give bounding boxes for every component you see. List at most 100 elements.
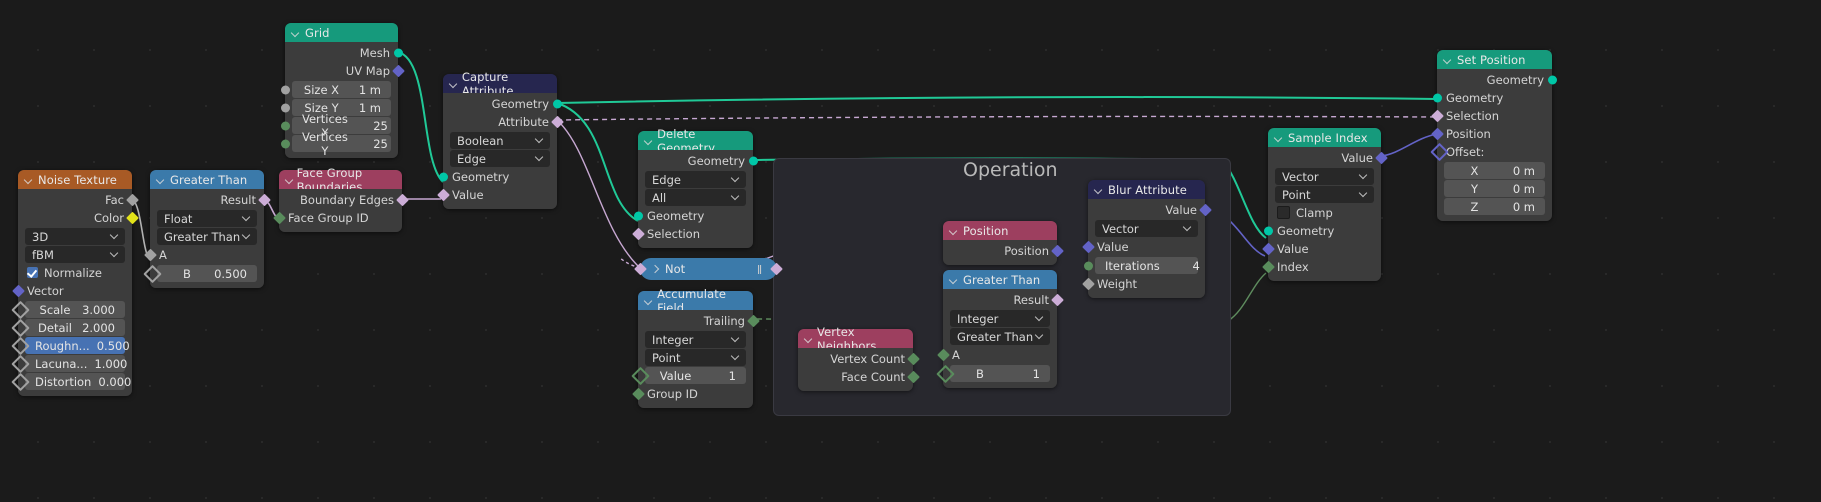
- node-sample-index[interactable]: Sample Index Value Vector Point Clamp Ge…: [1261, 128, 1388, 281]
- input-a[interactable]: A: [143, 246, 264, 264]
- node-accumulate-field[interactable]: Accumulate Field Trailing Integer Point …: [630, 287, 760, 408]
- input-value[interactable]: Value: [436, 186, 557, 204]
- input-group-id[interactable]: Group ID: [631, 385, 753, 403]
- node-set-position[interactable]: Set Position Geometry Geometry Selection…: [1429, 50, 1557, 221]
- output-value[interactable]: Value: [1268, 149, 1388, 167]
- dropdown-mode[interactable]: All: [645, 189, 746, 206]
- input-offset[interactable]: Offset:: [1429, 142, 1552, 162]
- node-header[interactable]: Delete Geometry: [638, 127, 753, 155]
- field-size-x[interactable]: Size X 1 m: [292, 81, 391, 98]
- node-noise-texture[interactable]: Noise Texture Fac Color 3D fBM Normalize: [10, 170, 139, 396]
- output-face-count[interactable]: Face Count: [798, 368, 920, 386]
- socket-geometry[interactable]: [552, 99, 562, 109]
- output-result[interactable]: Result: [943, 291, 1064, 309]
- collapse-chevron-icon[interactable]: [24, 175, 33, 184]
- socket-vertices-x[interactable]: [280, 121, 290, 131]
- output-geometry[interactable]: Geometry: [443, 95, 562, 113]
- input-selection[interactable]: Selection: [1430, 107, 1552, 125]
- socket-iterations[interactable]: [1083, 261, 1093, 271]
- checkbox-normalize[interactable]: Normalize: [27, 264, 123, 281]
- node-header[interactable]: Noise Texture: [18, 170, 132, 189]
- node-header[interactable]: Face Group Boundaries: [279, 166, 402, 194]
- field-offset-x[interactable]: X 0 m: [1444, 162, 1545, 179]
- collapse-chevron-icon[interactable]: [644, 136, 652, 145]
- collapse-chevron-icon[interactable]: [644, 296, 652, 305]
- node-not[interactable]: Not ǁ: [634, 258, 783, 280]
- dropdown-domain[interactable]: Point: [1275, 186, 1374, 203]
- dropdown-domain[interactable]: Point: [645, 349, 746, 366]
- dropdown-operation[interactable]: Greater Than: [950, 328, 1050, 345]
- field-distortion[interactable]: Distortion 0.000: [25, 373, 131, 390]
- dropdown-data-type[interactable]: Vector: [1275, 168, 1374, 185]
- dropdown-data-type[interactable]: Boolean: [450, 132, 550, 149]
- collapse-chevron-icon[interactable]: [1274, 133, 1283, 142]
- expand-chevron-icon[interactable]: [650, 265, 659, 274]
- collapse-chevron-icon[interactable]: [949, 275, 958, 284]
- collapse-chevron-icon[interactable]: [804, 334, 812, 343]
- node-header[interactable]: Capture Attribute: [443, 70, 557, 98]
- dropdown-noise-type[interactable]: fBM: [25, 246, 125, 263]
- output-fac[interactable]: Fac: [18, 191, 139, 209]
- output-boundary-edges[interactable]: Boundary Edges: [279, 191, 409, 209]
- socket-vertices-y[interactable]: [280, 139, 290, 149]
- node-delete-geometry[interactable]: Delete Geometry Geometry Edge All Geomet…: [631, 127, 758, 248]
- field-detail[interactable]: Detail 2.000: [25, 319, 125, 336]
- node-header[interactable]: Grid: [285, 23, 398, 42]
- socket-size-x[interactable]: [280, 85, 290, 95]
- node-header[interactable]: Accumulate Field: [638, 287, 753, 315]
- node-header[interactable]: Position: [943, 221, 1057, 240]
- input-geometry[interactable]: Geometry: [1263, 222, 1381, 240]
- field-offset-z[interactable]: Z 0 m: [1444, 198, 1545, 215]
- dropdown-domain[interactable]: Edge: [645, 171, 746, 188]
- output-trailing[interactable]: Trailing: [638, 312, 760, 330]
- node-header[interactable]: Set Position: [1437, 50, 1552, 69]
- collapse-chevron-icon[interactable]: [291, 28, 300, 37]
- output-mesh[interactable]: Mesh: [285, 44, 403, 62]
- node-blur-attribute[interactable]: Blur Attribute Value Vector Value Iterat…: [1081, 180, 1212, 298]
- output-geometry[interactable]: Geometry: [638, 152, 758, 170]
- output-result[interactable]: Result: [150, 191, 271, 209]
- socket-geometry-in[interactable]: [438, 172, 448, 182]
- output-geometry[interactable]: Geometry: [1437, 71, 1557, 89]
- output-value[interactable]: Value: [1088, 201, 1212, 219]
- socket-geometry-in[interactable]: [1432, 93, 1442, 103]
- dropdown-domain[interactable]: Edge: [450, 150, 550, 167]
- collapse-chevron-icon[interactable]: [1443, 55, 1452, 64]
- field-offset-y[interactable]: Y 0 m: [1444, 180, 1545, 197]
- field-b[interactable]: B 1: [950, 365, 1050, 382]
- dropdown-data-type[interactable]: Integer: [950, 310, 1050, 327]
- input-face-group-id[interactable]: Face Group ID: [272, 209, 402, 227]
- dropdown-data-type[interactable]: Float: [157, 210, 257, 227]
- output-uv-map[interactable]: UV Map: [285, 62, 405, 80]
- node-vertex-neighbors[interactable]: Vertex Neighbors Vertex Count Face Count: [798, 325, 920, 391]
- output-color[interactable]: Color: [18, 209, 139, 227]
- input-geometry[interactable]: Geometry: [1432, 89, 1552, 107]
- node-grid[interactable]: Grid Mesh UV Map Size X 1 m Size Y 1 m V…: [280, 23, 405, 158]
- checkbox-icon[interactable]: [27, 267, 38, 278]
- collapse-chevron-icon[interactable]: [285, 175, 292, 184]
- field-value-row[interactable]: Value 1: [645, 367, 746, 384]
- node-greater-than-operation[interactable]: Greater Than Result Integer Greater Than…: [935, 270, 1064, 388]
- input-a[interactable]: A: [936, 346, 1057, 364]
- input-weight[interactable]: Weight: [1081, 275, 1205, 293]
- node-header[interactable]: Sample Index: [1268, 128, 1381, 147]
- field-iterations[interactable]: Iterations 4: [1095, 257, 1200, 274]
- socket-geometry-in[interactable]: [633, 211, 643, 221]
- socket-geometry-out[interactable]: [748, 156, 758, 166]
- dropdown-data-type[interactable]: Integer: [645, 331, 746, 348]
- collapse-chevron-icon[interactable]: [156, 175, 165, 184]
- checkbox-clamp[interactable]: Clamp: [1277, 204, 1372, 221]
- node-position[interactable]: Position Position: [943, 221, 1064, 265]
- input-index[interactable]: Index: [1261, 258, 1381, 276]
- input-vector[interactable]: Vector: [11, 282, 132, 300]
- socket-mesh[interactable]: [393, 48, 403, 58]
- node-editor-canvas[interactable]: Operation Noise Texture Fac Color 3D fBM: [0, 0, 1821, 502]
- input-geometry[interactable]: Geometry: [633, 207, 753, 225]
- input-position[interactable]: Position: [1430, 125, 1552, 143]
- node-header[interactable]: Vertex Neighbors: [798, 325, 913, 353]
- output-vertex-count[interactable]: Vertex Count: [798, 350, 920, 368]
- output-attribute[interactable]: Attribute: [443, 113, 564, 131]
- dropdown-dimensions[interactable]: 3D: [25, 228, 125, 245]
- dropdown-operation[interactable]: Greater Than: [157, 228, 257, 245]
- node-face-group-boundaries[interactable]: Face Group Boundaries Boundary Edges Fac…: [272, 166, 409, 232]
